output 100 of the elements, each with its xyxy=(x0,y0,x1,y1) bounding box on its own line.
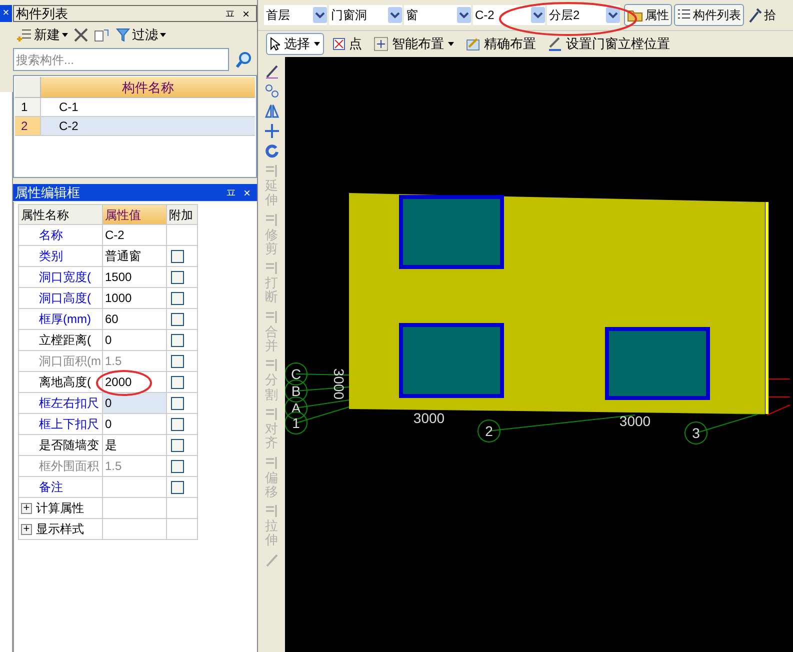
property-name: 洞口宽度( xyxy=(39,268,91,286)
checkbox[interactable] xyxy=(171,418,184,430)
property-value[interactable]: 是 xyxy=(103,435,167,455)
checkbox[interactable] xyxy=(171,334,184,346)
checkbox[interactable] xyxy=(171,396,184,410)
property-value[interactable]: 普通窗 xyxy=(103,246,167,266)
toolbar-button[interactable]: 智能布置 xyxy=(371,33,457,55)
tool-icon xyxy=(264,260,280,276)
highlight-ellipse xyxy=(96,370,152,396)
tool-button[interactable] xyxy=(264,103,280,119)
checkbox[interactable] xyxy=(171,250,184,262)
tool-button[interactable] xyxy=(264,123,280,139)
expand-button[interactable]: + xyxy=(21,524,32,534)
toolbar-button[interactable]: 精确布置 xyxy=(463,33,539,55)
dropdown[interactable]: C-2 xyxy=(473,5,545,25)
property-value[interactable]: 0 xyxy=(103,330,167,350)
toolbar-button[interactable]: 属性 xyxy=(624,4,672,26)
tool-icon xyxy=(264,143,280,159)
filter-icon xyxy=(116,28,130,42)
tool-button[interactable] xyxy=(264,83,280,99)
dropdown[interactable]: 首层 xyxy=(264,5,327,25)
caret-icon xyxy=(314,42,320,46)
table-row[interactable]: 1 C-1 xyxy=(15,98,255,117)
pin-button[interactable]: ㅍ xyxy=(222,4,238,22)
add-icon xyxy=(16,26,32,42)
toolbar-button[interactable]: 设置门窗立樘位置 xyxy=(545,33,673,55)
property-name: 类别 xyxy=(39,248,63,264)
axis-marker: A xyxy=(285,396,308,420)
new-button[interactable]: 新建 xyxy=(16,24,68,44)
panel-title: 构件列表 xyxy=(16,4,69,23)
pointer-icon xyxy=(270,37,280,51)
dimension-label: 3000 xyxy=(331,368,347,400)
property-name: 洞口高度( xyxy=(39,290,91,306)
tool-icon xyxy=(264,503,280,520)
grid-dots-icon xyxy=(374,37,388,51)
tool-icon xyxy=(264,552,280,568)
copy-icon[interactable] xyxy=(94,28,110,42)
tool-icon xyxy=(264,83,280,99)
checkbox[interactable] xyxy=(171,480,184,494)
property-value[interactable]: 1000 xyxy=(103,288,167,308)
table-cell: C-2 xyxy=(41,117,255,135)
dropdown[interactable]: 窗 xyxy=(404,5,471,25)
property-value[interactable]: 1.5 xyxy=(103,351,167,371)
column-header: 属性值 xyxy=(103,205,167,224)
property-name: 框外围面积 xyxy=(39,458,99,474)
dropdown[interactable]: 门窗洞 xyxy=(329,5,402,25)
close-tab[interactable]: × xyxy=(0,5,12,22)
axis-marker: 3 xyxy=(684,422,708,444)
toolbar-button[interactable]: 选择 xyxy=(266,33,324,55)
delete-icon[interactable] xyxy=(74,28,88,42)
caret-icon xyxy=(62,32,68,36)
table-row[interactable]: 2 C-2 xyxy=(15,117,255,136)
toolbar-button[interactable]: 拾 xyxy=(746,4,778,26)
pin-button[interactable]: ㅍ xyxy=(223,184,239,202)
property-value[interactable]: 0 xyxy=(103,393,167,413)
caret-icon xyxy=(448,42,454,46)
axis-marker: 2 xyxy=(478,420,500,442)
close-button[interactable]: × xyxy=(239,184,255,202)
tool-button[interactable] xyxy=(264,63,280,79)
property-value[interactable]: C-2 xyxy=(103,225,167,245)
tool-icon xyxy=(264,406,280,422)
property-name: 框上下扣尺 xyxy=(39,416,99,432)
tool-button[interactable] xyxy=(264,143,280,159)
search-icon[interactable] xyxy=(235,50,253,68)
search-field[interactable]: 搜索构件... xyxy=(13,48,229,71)
property-name: 框左右扣尺 xyxy=(39,394,99,412)
checkbox[interactable] xyxy=(171,292,184,304)
toolbar-button[interactable]: 点 xyxy=(330,33,365,55)
property-name: 备注 xyxy=(39,478,63,496)
axis-marker: 1 xyxy=(285,412,308,434)
checkbox[interactable] xyxy=(171,460,184,472)
checkbox[interactable] xyxy=(171,270,184,284)
tool-icon xyxy=(264,357,280,374)
property-value[interactable]: 2000 xyxy=(103,372,167,392)
checkbox[interactable] xyxy=(171,438,184,452)
tool-icon xyxy=(264,63,280,79)
axis-marker: C xyxy=(285,362,308,386)
property-value[interactable]: 1500 xyxy=(103,267,167,287)
property-value[interactable]: 1.5 xyxy=(103,456,167,476)
close-button[interactable]: × xyxy=(238,4,254,22)
expand-button[interactable]: + xyxy=(21,502,32,514)
column-header: 附加 xyxy=(167,205,197,224)
property-value[interactable]: 60 xyxy=(103,309,167,329)
property-name: 显示样式 xyxy=(36,520,84,538)
tool-icon xyxy=(264,454,280,471)
checkbox[interactable] xyxy=(171,354,184,368)
column-header: 构件名称 xyxy=(41,77,255,98)
table-corner xyxy=(15,77,41,98)
dimension-label: 3000 xyxy=(619,413,651,429)
filter-button[interactable]: 过滤 xyxy=(116,24,166,44)
panel-title: 属性编辑框 xyxy=(15,184,81,202)
property-value[interactable]: 0 xyxy=(103,414,167,434)
property-name: 立樘距离( xyxy=(39,332,91,348)
checkbox[interactable] xyxy=(171,376,184,388)
caret-icon xyxy=(160,32,166,36)
dropdown[interactable]: 分层2 xyxy=(547,5,620,25)
toolbar-button[interactable]: 构件列表 xyxy=(674,4,744,26)
eyedropper-icon xyxy=(748,7,762,23)
checkbox[interactable] xyxy=(171,312,184,326)
point-icon xyxy=(333,38,345,50)
